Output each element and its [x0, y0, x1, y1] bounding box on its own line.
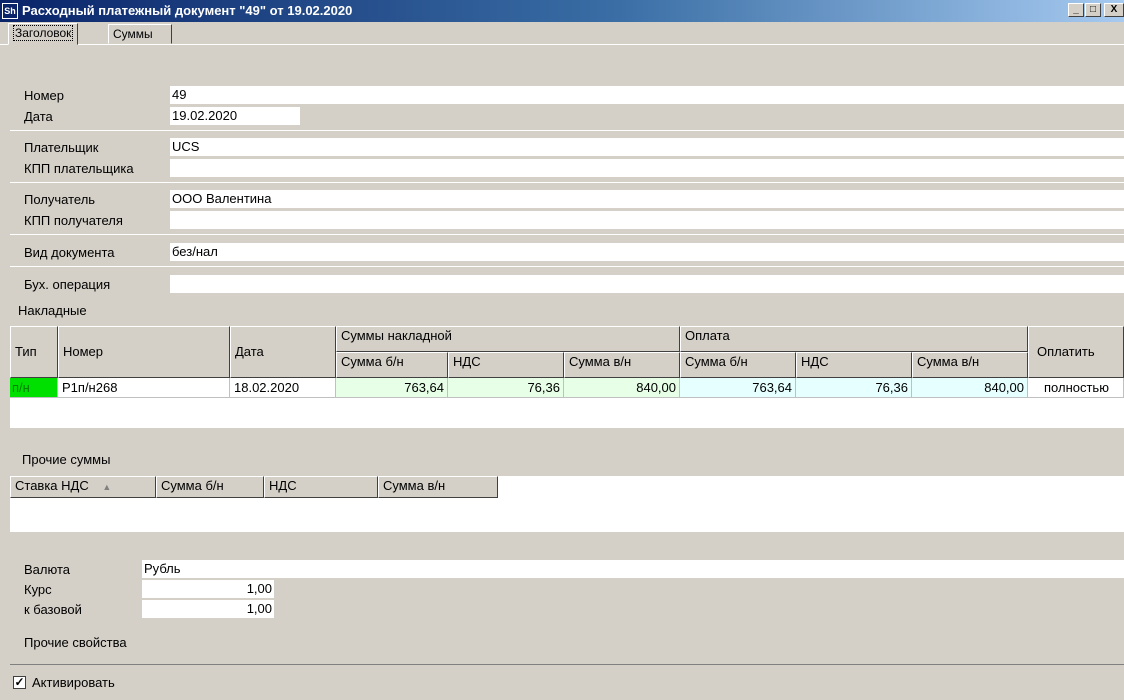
- row-pay-sum-vat-cell[interactable]: 840,00: [912, 378, 1028, 398]
- currency-label: Валюта: [24, 562, 70, 577]
- date-label: Дата: [24, 109, 53, 124]
- window-title: Расходный платежный документ "49" от 19.…: [22, 3, 353, 18]
- tab-panel-border: [0, 44, 1124, 45]
- col-vat-rate-label: Ставка НДС: [15, 478, 89, 493]
- col-other-sum-no-vat-header[interactable]: Сумма б/н: [156, 476, 264, 498]
- separator: [10, 664, 1124, 665]
- recipient-field[interactable]: ООО Валентина: [170, 190, 1124, 208]
- payer-field[interactable]: UCS: [170, 138, 1124, 156]
- other-sums-label: Прочие суммы: [22, 452, 111, 467]
- app-icon: Sh: [2, 3, 18, 19]
- invoices-section-label: Накладные: [18, 303, 87, 318]
- col-inv-sum-vat-header[interactable]: Сумма в/н: [564, 352, 680, 378]
- other-props-label: Прочие свойства: [24, 635, 127, 650]
- activate-label[interactable]: Активировать: [32, 674, 115, 692]
- date-field[interactable]: 19.02.2020: [170, 107, 300, 125]
- sort-arrow-icon: ▲: [102, 482, 112, 492]
- tab-sums[interactable]: Суммы: [108, 24, 172, 44]
- operation-field[interactable]: [170, 275, 1124, 293]
- col-date-header[interactable]: Дата: [230, 326, 336, 378]
- row-inv-sum-vat-cell[interactable]: 840,00: [564, 378, 680, 398]
- minimize-button[interactable]: _: [1068, 3, 1084, 17]
- col-inv-vat-header[interactable]: НДС: [448, 352, 564, 378]
- col-other-vat-header[interactable]: НДС: [264, 476, 378, 498]
- separator: [10, 234, 1124, 235]
- row-pay-sum-no-vat-cell[interactable]: 763,64: [680, 378, 796, 398]
- tab-sums-label: Суммы: [113, 27, 153, 41]
- operation-label: Бух. операция: [24, 277, 111, 292]
- rate-label: Курс: [24, 582, 52, 597]
- maximize-button[interactable]: □: [1085, 3, 1101, 17]
- close-button[interactable]: X: [1104, 3, 1124, 17]
- title-bar: Sh Расходный платежный документ "49" от …: [0, 0, 1124, 22]
- col-pay-vat-header[interactable]: НДС: [796, 352, 912, 378]
- doc-type-field[interactable]: без/нал: [170, 243, 1124, 261]
- recipient-kpp-field[interactable]: [170, 211, 1124, 229]
- base-rate-field[interactable]: 1,00: [142, 600, 274, 618]
- payer-label: Плательщик: [24, 140, 99, 155]
- col-inv-sum-no-vat-header[interactable]: Сумма б/н: [336, 352, 448, 378]
- recipient-label: Получатель: [24, 192, 96, 207]
- invoice-sums-group-header: Суммы накладной: [336, 326, 680, 352]
- separator: [10, 266, 1124, 267]
- separator: [10, 130, 1124, 131]
- payer-kpp-label: КПП плательщика: [24, 161, 134, 176]
- row-inv-vat-cell[interactable]: 76,36: [448, 378, 564, 398]
- currency-field[interactable]: Рубль: [142, 560, 1124, 578]
- payment-group-header: Оплата: [680, 326, 1028, 352]
- base-rate-label: к базовой: [24, 602, 82, 617]
- separator: [10, 182, 1124, 183]
- col-other-sum-vat-header[interactable]: Сумма в/н: [378, 476, 498, 498]
- number-label: Номер: [24, 88, 65, 103]
- row-number-cell[interactable]: Р1п/н268: [58, 378, 230, 398]
- number-field[interactable]: 49: [170, 86, 1124, 104]
- row-inv-sum-no-vat-cell[interactable]: 763,64: [336, 378, 448, 398]
- col-pay-header[interactable]: Оплатить: [1028, 326, 1124, 378]
- activate-checkbox[interactable]: ✓: [13, 676, 26, 689]
- col-pay-sum-vat-header[interactable]: Сумма в/н: [912, 352, 1028, 378]
- row-pay-cell[interactable]: полностью: [1028, 378, 1124, 398]
- tab-header[interactable]: Заголовок: [8, 23, 79, 45]
- col-vat-rate-header[interactable]: Ставка НДС ▲: [10, 476, 156, 498]
- rate-field[interactable]: 1,00: [142, 580, 274, 598]
- tab-header-label: Заголовок: [13, 25, 74, 41]
- doc-type-label: Вид документа: [24, 245, 115, 260]
- row-pay-vat-cell[interactable]: 76,36: [796, 378, 912, 398]
- col-number-header[interactable]: Номер: [58, 326, 230, 378]
- row-type-cell[interactable]: п/н: [10, 378, 58, 398]
- recipient-kpp-label: КПП получателя: [24, 213, 123, 228]
- col-pay-sum-no-vat-header[interactable]: Сумма б/н: [680, 352, 796, 378]
- payer-kpp-field[interactable]: [170, 159, 1124, 177]
- row-date-cell[interactable]: 18.02.2020: [230, 378, 336, 398]
- col-type-header[interactable]: Тип: [10, 326, 58, 378]
